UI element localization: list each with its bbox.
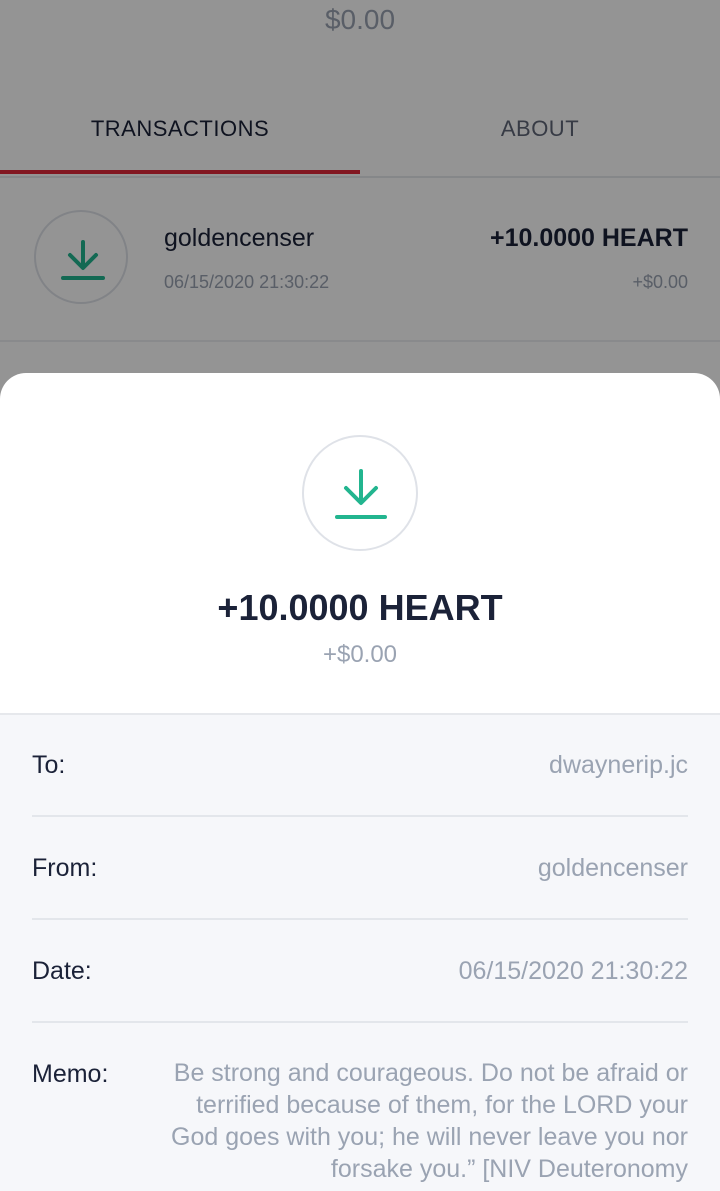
to-label: To:: [32, 751, 66, 779]
detail-list: To: dwaynerip.jc From: goldencenser Date…: [0, 713, 720, 1191]
detail-row-from: From: goldencenser: [32, 817, 688, 920]
from-value[interactable]: goldencenser: [538, 854, 688, 883]
date-label: Date:: [32, 957, 92, 985]
detail-row-to: To: dwaynerip.jc: [32, 715, 688, 817]
from-label: From:: [32, 854, 98, 882]
detail-row-memo: Memo: Be strong and courageous. Do not b…: [32, 1023, 688, 1191]
memo-value: Be strong and courageous. Do not be afra…: [171, 1059, 688, 1183]
detail-row-date: Date: 06/15/2020 21:30:22: [32, 920, 688, 1023]
memo-label: Memo:: [32, 1060, 109, 1088]
detail-amount: +10.0000 HEART: [217, 587, 503, 628]
transaction-detail-sheet: +10.0000 HEART +$0.00 To: dwaynerip.jc F…: [0, 373, 720, 1191]
to-value[interactable]: dwaynerip.jc: [549, 751, 688, 780]
date-value: 06/15/2020 21:30:22: [458, 957, 688, 985]
detail-usd-value: +$0.00: [322, 641, 398, 668]
download-icon: [302, 435, 418, 551]
